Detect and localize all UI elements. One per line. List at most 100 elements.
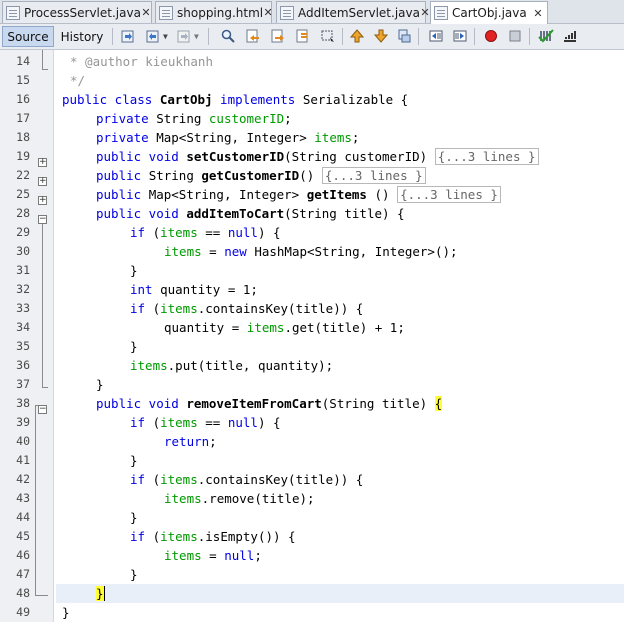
keyword: if — [130, 415, 153, 430]
code-text: } — [130, 567, 138, 582]
keyword: implements — [212, 92, 303, 107]
check-source-icon[interactable] — [538, 28, 554, 44]
code-line: public void removeItemFromCart(String ti… — [96, 394, 443, 413]
line-number: 19 — [16, 149, 30, 163]
close-icon[interactable]: ✕ — [533, 7, 543, 20]
code-text: } — [130, 339, 138, 354]
dropdown-arrow-icon[interactable]: ▼ — [194, 32, 202, 48]
toolbar-separator — [112, 28, 113, 45]
folded-code-box[interactable]: {...3 lines } — [397, 186, 501, 203]
tab-cartobj[interactable]: CartObj.java ✕ — [430, 1, 548, 24]
collapse-fold-icon[interactable]: − — [38, 215, 47, 224]
method-name: setCustomerID — [186, 149, 285, 164]
line-number: 18 — [16, 130, 30, 144]
code-line: private Map<String, Integer> items; — [96, 128, 359, 147]
source-tab-button[interactable]: Source — [2, 26, 54, 47]
code-text: ) { — [257, 225, 281, 240]
code-text: .containsKey(title)) { — [197, 472, 364, 487]
expand-fold-icon[interactable]: + — [38, 196, 47, 205]
stop-macro-recording-icon[interactable] — [507, 28, 523, 44]
find-next-icon[interactable] — [270, 28, 286, 44]
code-text: } — [62, 605, 70, 620]
folded-code-box[interactable]: {...3 lines } — [321, 167, 426, 184]
field-name: items — [130, 358, 168, 373]
code-line: } — [62, 603, 70, 622]
line-number: 49 — [16, 605, 30, 619]
dropdown-arrow-icon[interactable]: ▼ — [163, 32, 171, 48]
keyword: if — [130, 472, 153, 487]
code-line: if (items == null) { — [130, 413, 281, 432]
toggle-bookmark-icon[interactable] — [396, 28, 412, 44]
start-macro-recording-icon[interactable] — [483, 28, 499, 44]
tab-label: ProcessServlet.java — [24, 5, 141, 20]
tab-shopping-html[interactable]: shopping.html ✕ — [155, 1, 273, 23]
tab-additemservlet[interactable]: AddItemServlet.java ✕ — [276, 1, 430, 23]
code-text: Map<String, Integer> — [156, 130, 315, 145]
folded-code-box[interactable]: {...3 lines } — [434, 148, 539, 165]
line-number: 39 — [16, 415, 30, 429]
code-line: } — [130, 337, 138, 356]
line-number: 31 — [16, 263, 30, 277]
code-text: .isEmpty()) { — [197, 529, 296, 544]
line-number-gutter: 14 15 16 17 18 19 22 25 28 29 30 31 32 3… — [0, 50, 54, 622]
class-name: CartObj — [159, 92, 213, 107]
next-bookmark-icon[interactable] — [373, 28, 389, 44]
code-line: if (items.isEmpty()) { — [130, 527, 296, 546]
expand-fold-icon[interactable]: + — [38, 158, 47, 167]
search-icon[interactable] — [220, 28, 236, 44]
previous-bookmark-icon[interactable] — [349, 28, 365, 44]
last-edit-icon[interactable] — [120, 28, 136, 44]
code-line: int quantity = 1; — [130, 280, 258, 299]
fold-guide — [35, 405, 36, 414]
code-line: * @author kieukhanh — [62, 52, 213, 71]
keyword: public class — [62, 92, 160, 107]
fold-end — [42, 69, 48, 70]
fold-guide — [35, 414, 36, 595]
code-line: if (items == null) { — [130, 223, 281, 242]
tab-processservlet[interactable]: ProcessServlet.java ✕ — [2, 1, 152, 23]
line-number: 15 — [16, 73, 30, 87]
code-line: */ — [62, 71, 85, 90]
expand-fold-icon[interactable]: + — [38, 177, 47, 186]
history-tab-button[interactable]: History — [58, 26, 106, 47]
code-line: } — [130, 451, 138, 470]
field-name: items — [164, 244, 202, 259]
code-text: ( — [152, 225, 161, 240]
fold-end — [35, 595, 48, 596]
shift-right-icon[interactable] — [452, 28, 468, 44]
validate-icon[interactable] — [562, 28, 578, 44]
find-selection-icon[interactable] — [295, 28, 311, 44]
find-previous-icon[interactable] — [245, 28, 261, 44]
code-text: String — [148, 168, 202, 183]
close-icon[interactable]: ✕ — [420, 6, 430, 19]
code-text: } — [96, 377, 104, 392]
line-number: 42 — [16, 472, 30, 486]
close-icon[interactable]: ✕ — [263, 6, 273, 19]
collapse-fold-icon[interactable]: − — [38, 405, 47, 414]
close-icon[interactable]: ✕ — [141, 6, 151, 19]
toolbar-separator — [208, 28, 209, 45]
code-line: items.remove(title); — [164, 489, 315, 508]
code-line: public void setCustomerID(String custome… — [96, 147, 539, 166]
code-line: items = null; — [164, 546, 262, 565]
line-number: 29 — [16, 225, 30, 239]
line-number: 48 — [16, 586, 30, 600]
code-text: .containsKey(title)) { — [197, 301, 364, 316]
code-text: ; — [254, 548, 262, 563]
shift-left-icon[interactable] — [428, 28, 444, 44]
code-text: quantity = — [164, 320, 247, 335]
code-editor[interactable]: 14 15 16 17 18 19 22 25 28 29 30 31 32 3… — [0, 50, 624, 622]
back-icon[interactable] — [145, 28, 161, 44]
html-file-icon — [159, 5, 173, 20]
keyword: int — [130, 282, 161, 297]
field-name: items — [164, 548, 202, 563]
forward-icon[interactable] — [176, 28, 192, 44]
code-text: Map<String, Integer> — [148, 187, 307, 202]
code-line: } — [130, 261, 138, 280]
keyword: if — [130, 529, 153, 544]
toggle-highlight-icon[interactable] — [320, 28, 336, 44]
keyword: if — [130, 225, 153, 240]
current-code-line: } — [56, 584, 624, 603]
keyword: public — [96, 168, 149, 183]
line-number: 46 — [16, 548, 30, 562]
